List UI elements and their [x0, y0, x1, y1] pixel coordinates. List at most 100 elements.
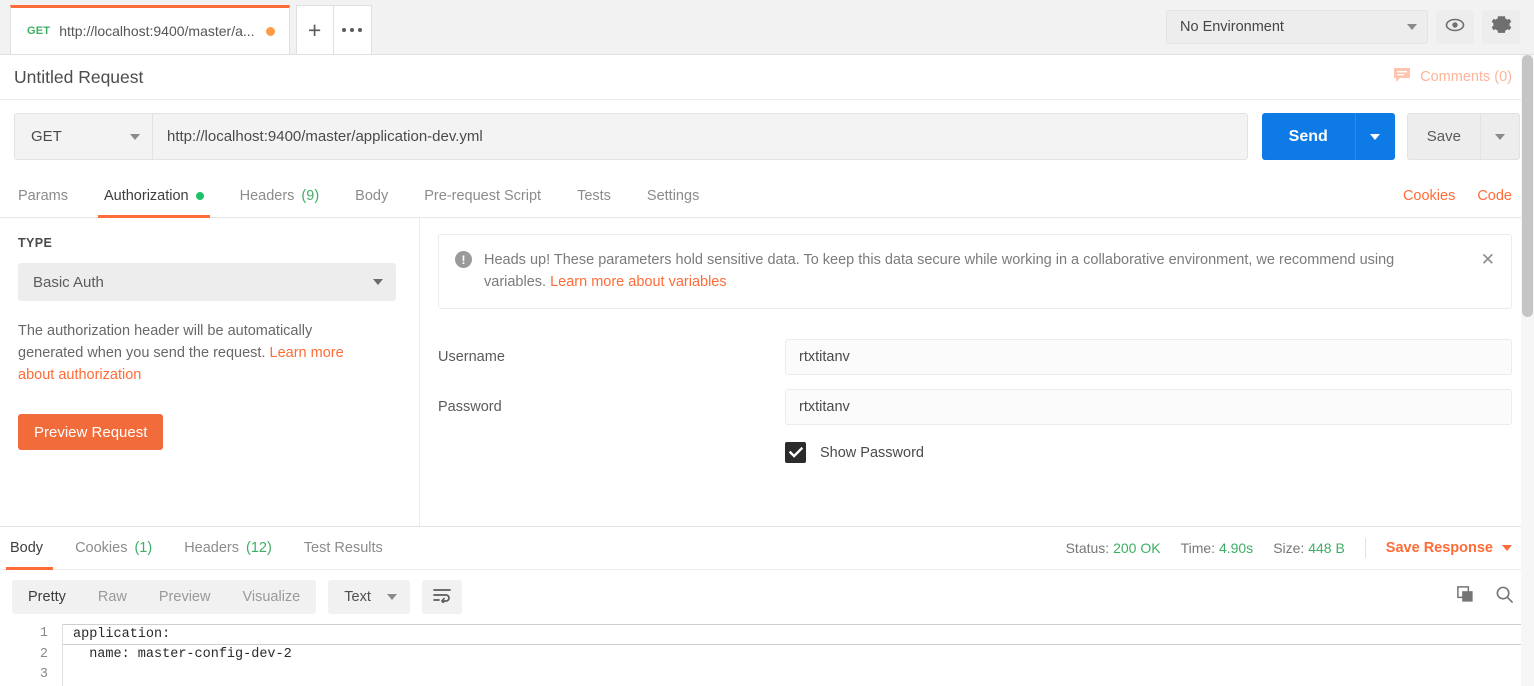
password-value: rtxtitanv: [799, 399, 850, 415]
show-password-checkbox[interactable]: [785, 442, 806, 463]
request-tab[interactable]: GET http://localhost:9400/master/a...: [10, 5, 290, 54]
auth-type-label: TYPE: [18, 236, 53, 250]
request-tabs: Params Authorization Headers (9) Body Pr…: [0, 174, 1534, 218]
tab-label: Body: [10, 540, 44, 556]
code-link[interactable]: Code: [1477, 188, 1512, 204]
line-number: 3: [39, 667, 48, 682]
warning-icon: !: [455, 251, 472, 268]
view-pretty[interactable]: Pretty: [12, 580, 82, 614]
save-options-button[interactable]: [1480, 113, 1520, 160]
response-format-selector[interactable]: Text: [328, 580, 410, 614]
save-button-group: Save: [1406, 113, 1520, 160]
save-response-button[interactable]: Save Response: [1386, 540, 1512, 556]
request-title-row: Untitled Request Comments (0): [0, 55, 1534, 100]
auth-configured-dot: [195, 191, 204, 200]
comments-button[interactable]: Comments (0): [1393, 67, 1512, 87]
tab-pre-request-script[interactable]: Pre-request Script: [406, 174, 559, 217]
environment-selected-label: No Environment: [1180, 19, 1284, 35]
line-number: 2: [39, 646, 48, 662]
url-input[interactable]: http://localhost:9400/master/application…: [152, 113, 1248, 160]
auth-type-selector[interactable]: Basic Auth: [18, 263, 396, 301]
tab-bar: GET http://localhost:9400/master/a... + …: [0, 0, 1534, 55]
cookies-link[interactable]: Cookies: [1403, 188, 1455, 204]
code-line: application:: [63, 624, 1522, 645]
tab-label: Cookies: [75, 540, 128, 556]
tab-label: Tests: [577, 187, 611, 204]
chevron-down-icon: [1495, 133, 1505, 140]
comments-label: Comments (0): [1420, 69, 1512, 85]
tab-count: (1): [134, 540, 153, 556]
send-button-group: Send: [1261, 113, 1395, 160]
view-raw[interactable]: Raw: [82, 580, 143, 614]
response-view-switcher: Pretty Raw Preview Visualize: [12, 580, 317, 614]
time-badge: Time: 4.90s: [1181, 540, 1254, 556]
response-body-toolbar: Pretty Raw Preview Visualize Text: [0, 570, 1534, 624]
response-tabs: Body Cookies (1) Headers (12) Test Resul…: [0, 527, 1534, 570]
tab-tests[interactable]: Tests: [559, 174, 629, 217]
response-meta: Status: 200 OK Time: 4.90s Size: 448 B S…: [1066, 527, 1512, 569]
tab-headers[interactable]: Headers (9): [222, 174, 338, 217]
response-tab-headers[interactable]: Headers (12): [168, 527, 288, 569]
environment-selector[interactable]: No Environment: [1166, 10, 1428, 44]
ellipsis-icon: [341, 27, 363, 33]
settings-button[interactable]: [1482, 10, 1520, 44]
banner-text: Heads up! These parameters hold sensitiv…: [484, 249, 1457, 293]
gear-icon: [1491, 14, 1512, 40]
divider: [1364, 538, 1366, 558]
vertical-scrollbar[interactable]: [1521, 55, 1534, 686]
preview-request-button[interactable]: Preview Request: [18, 414, 164, 450]
tab-authorization[interactable]: Authorization: [86, 174, 222, 218]
response-format-value: Text: [344, 589, 371, 605]
word-wrap-button[interactable]: [421, 580, 462, 614]
tab-options-button[interactable]: [333, 5, 372, 54]
request-tab-method: GET: [27, 25, 51, 37]
username-input[interactable]: rtxtitanv: [785, 339, 1512, 375]
send-button[interactable]: Send: [1261, 113, 1355, 160]
eye-icon: [1445, 18, 1465, 37]
show-password-row: Show Password: [438, 442, 1512, 463]
status-value: 200 OK: [1113, 540, 1161, 556]
view-visualize[interactable]: Visualize: [226, 580, 316, 614]
plus-icon: +: [307, 16, 322, 43]
tab-settings[interactable]: Settings: [629, 174, 717, 217]
banner-learn-more-link[interactable]: Learn more about variables: [550, 274, 727, 290]
environment-quick-look-button[interactable]: [1436, 10, 1474, 44]
line-number: 1: [39, 626, 48, 641]
view-preview[interactable]: Preview: [143, 580, 227, 614]
tab-body[interactable]: Body: [337, 174, 406, 217]
copy-icon[interactable]: [1456, 585, 1475, 609]
close-icon[interactable]: ✕: [1481, 251, 1495, 268]
sensitive-data-banner: ! Heads up! These parameters hold sensit…: [438, 234, 1512, 309]
save-response-label: Save Response: [1385, 540, 1493, 556]
save-button[interactable]: Save: [1406, 113, 1480, 160]
page-title[interactable]: Untitled Request: [14, 67, 143, 88]
tab-label: Test Results: [303, 540, 383, 556]
search-icon[interactable]: [1495, 585, 1514, 609]
username-label: Username: [438, 349, 505, 365]
postman-window: GET http://localhost:9400/master/a... + …: [0, 0, 1534, 686]
http-method-selector[interactable]: GET: [14, 113, 152, 160]
time-label: Time:: [1180, 540, 1216, 556]
scrollbar-thumb[interactable]: [1522, 55, 1533, 317]
new-tab-button[interactable]: +: [295, 5, 334, 54]
password-label: Password: [438, 399, 502, 415]
auth-description: The authorization header will be automat…: [18, 320, 380, 386]
tab-params[interactable]: Params: [0, 174, 86, 217]
tab-bar-right-controls: No Environment: [1166, 10, 1534, 54]
size-badge: Size: 448 B: [1273, 540, 1345, 556]
response-tab-cookies[interactable]: Cookies (1): [59, 527, 168, 569]
response-tab-test-results[interactable]: Test Results: [288, 527, 399, 569]
chevron-down-icon: [386, 594, 397, 600]
auth-credentials-column: ! Heads up! These parameters hold sensit…: [420, 218, 1534, 526]
chevron-down-icon: [1407, 24, 1417, 30]
line-number-gutter: 1 2 3: [0, 624, 62, 686]
response-tab-body[interactable]: Body: [0, 527, 59, 570]
response-body-content: application: name: master-config-dev-2: [62, 624, 1534, 686]
response-body-editor[interactable]: 1 2 3 application: name: master-config-d…: [0, 624, 1534, 686]
tab-label: Headers: [184, 540, 239, 556]
send-options-button[interactable]: [1354, 113, 1395, 160]
tab-label: Authorization: [103, 187, 189, 204]
password-input[interactable]: rtxtitanv: [785, 389, 1512, 425]
response-panel: Body Cookies (1) Headers (12) Test Resul…: [0, 526, 1534, 686]
